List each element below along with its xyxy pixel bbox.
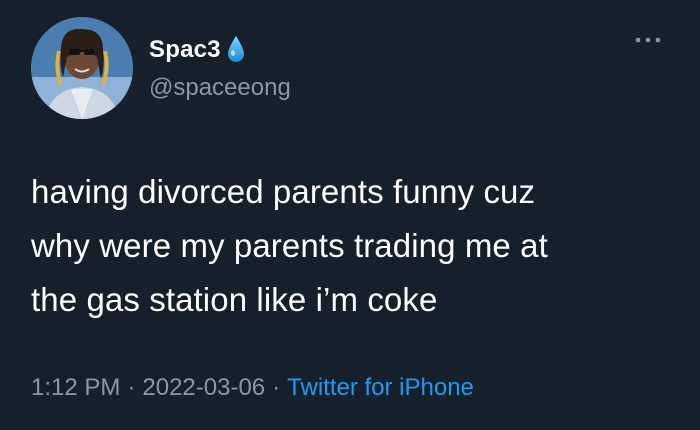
tweet-text-line: why were my parents trading me at [31, 227, 548, 264]
tweet-time[interactable]: 1:12 PM [31, 374, 120, 401]
tweet-text-line: the gas station like i’m coke [31, 281, 438, 318]
display-name-row: Spac3 [149, 33, 246, 67]
tweet-meta: 1:12 PM · 2022-03-06 · Twitter for iPhone [31, 374, 474, 402]
user-handle[interactable]: @spaceeong [149, 74, 291, 102]
tweet-card: Spac3 @spaceeong having divorced parents [0, 0, 700, 430]
water-drop-icon [226, 35, 246, 65]
display-name[interactable]: Spac3 [149, 36, 221, 64]
meta-separator: · [127, 374, 136, 401]
tweet-source-link[interactable]: Twitter for iPhone [287, 374, 474, 401]
avatar[interactable] [31, 17, 133, 119]
tweet-date[interactable]: 2022-03-06 [142, 374, 265, 401]
tweet-text-line: having divorced parents funny cuz [31, 173, 536, 210]
more-horizontal-icon[interactable] [633, 32, 663, 48]
tweet-text: having divorced parents funny cuz why we… [31, 165, 681, 327]
meta-separator: · [272, 374, 281, 401]
